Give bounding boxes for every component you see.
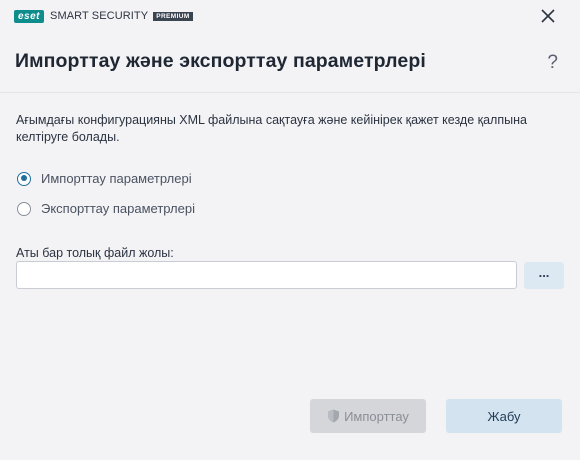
export-settings-option[interactable]: Экспорттау параметрлері xyxy=(17,201,195,216)
close-window-button[interactable] xyxy=(538,6,558,26)
shield-icon xyxy=(328,409,340,423)
radio-import[interactable] xyxy=(17,171,31,186)
browse-button[interactable]: ... xyxy=(524,262,564,289)
import-button-label: Импорттау xyxy=(344,408,409,424)
radio-export[interactable] xyxy=(17,201,31,216)
help-icon[interactable]: ? xyxy=(547,52,558,74)
page-title: Импорттау және экспорттау параметрлері xyxy=(15,50,426,72)
title-bar: eset SMART SECURITY PREMIUM xyxy=(0,0,580,32)
edition-badge: PREMIUM xyxy=(153,11,193,21)
close-button[interactable]: Жабу xyxy=(446,399,562,433)
export-option-label: Экспорттау параметрлері xyxy=(41,201,195,216)
file-path-input[interactable] xyxy=(16,261,517,289)
description-text: Ағымдағы конфигурацияны XML файлына сақт… xyxy=(16,113,527,144)
eset-logo: eset xyxy=(14,9,45,23)
brand: eset SMART SECURITY PREMIUM xyxy=(14,9,193,23)
header-divider xyxy=(0,92,580,93)
close-button-label: Жабу xyxy=(487,408,521,424)
import-option-label: Импорттау параметрлері xyxy=(41,171,192,186)
file-path-label: Аты бар толық файл жолы: xyxy=(16,246,174,260)
product-name: SMART SECURITY xyxy=(50,10,149,22)
import-button[interactable]: Импорттау xyxy=(310,399,426,433)
close-icon xyxy=(541,9,555,23)
import-settings-option[interactable]: Импорттау параметрлері xyxy=(17,171,192,186)
